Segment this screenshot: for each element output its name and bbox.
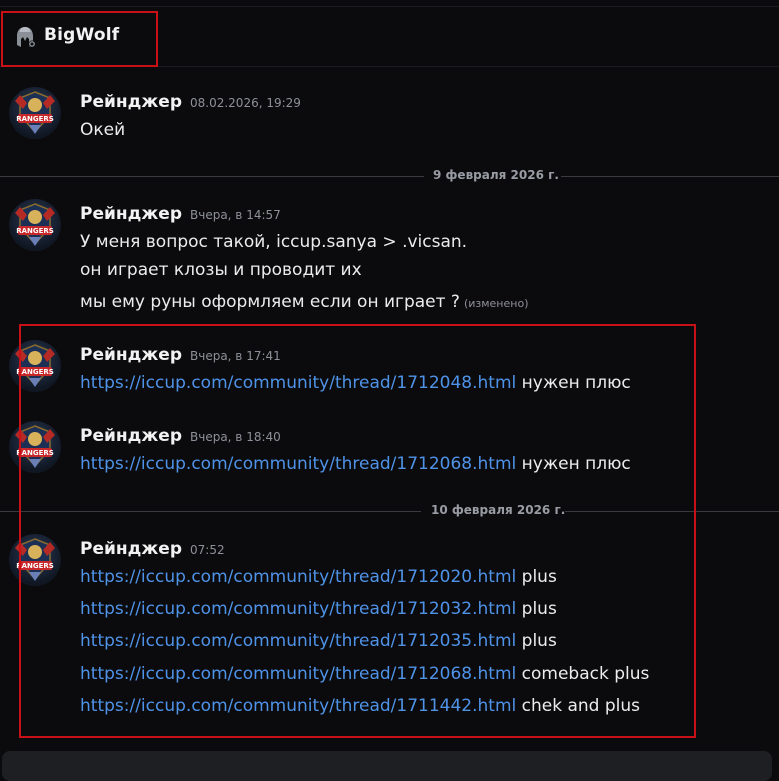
thread-link[interactable]: https://iccup.com/community/thread/17114… bbox=[80, 696, 516, 716]
message-text: plus bbox=[521, 599, 557, 619]
thread-link[interactable]: https://iccup.com/community/thread/17120… bbox=[80, 631, 516, 651]
message-line: https://iccup.com/community/thread/17120… bbox=[80, 664, 649, 684]
rangers-logo-icon: RANGERS bbox=[15, 425, 55, 468]
message-text: нужен плюс bbox=[521, 454, 631, 474]
author-header: Рейнджер 08.02.2026, 19:29 bbox=[80, 92, 301, 112]
rangers-logo-icon: RANGERS bbox=[15, 91, 55, 134]
message-text: comeback plus bbox=[521, 664, 650, 684]
timestamp: Вчера, в 17:41 bbox=[190, 349, 281, 363]
message-text: Окей bbox=[80, 120, 126, 140]
author-name[interactable]: Рейнджер bbox=[80, 426, 182, 446]
helmet-icon bbox=[17, 27, 36, 48]
message-composer[interactable] bbox=[2, 751, 772, 781]
timestamp: Вчера, в 14:57 bbox=[190, 208, 281, 222]
svg-text:RANGERS: RANGERS bbox=[16, 115, 54, 123]
thread-link[interactable]: https://iccup.com/community/thread/17120… bbox=[80, 373, 516, 393]
timestamp: Вчера, в 18:40 bbox=[190, 430, 281, 444]
message-text: plus bbox=[521, 631, 557, 651]
date-divider: 10 февраля 2026 г. bbox=[0, 503, 779, 519]
date-divider-label: 9 февраля 2026 г. bbox=[433, 168, 559, 182]
message-line: https://iccup.com/community/thread/17120… bbox=[80, 631, 557, 651]
dm-header: BigWolf bbox=[0, 11, 779, 67]
message-text: plus bbox=[521, 567, 557, 587]
thread-link[interactable]: https://iccup.com/community/thread/17120… bbox=[80, 454, 516, 474]
thread-link[interactable]: https://iccup.com/community/thread/17120… bbox=[80, 599, 516, 619]
date-divider: 9 февраля 2026 г. bbox=[0, 168, 779, 184]
avatar[interactable]: RANGERS bbox=[9, 199, 61, 251]
message-text: У меня вопрос такой, iccup.sanya > .vics… bbox=[80, 232, 468, 252]
rangers-logo-icon: RANGERS bbox=[15, 344, 55, 387]
message-line: https://iccup.com/community/thread/17120… bbox=[80, 373, 631, 393]
message-line: https://iccup.com/community/thread/17120… bbox=[80, 567, 557, 587]
message-line: https://iccup.com/community/thread/17114… bbox=[80, 696, 640, 716]
author-header: Рейнджер Вчера, в 17:41 bbox=[80, 345, 281, 365]
message-line: https://iccup.com/community/thread/17120… bbox=[80, 599, 557, 619]
message-text: нужен плюс bbox=[521, 373, 631, 393]
svg-text:RANGERS: RANGERS bbox=[16, 368, 54, 376]
avatar[interactable]: RANGERS bbox=[9, 534, 61, 586]
timestamp: 07:52 bbox=[190, 543, 225, 557]
author-name[interactable]: Рейнджер bbox=[80, 92, 182, 112]
message-text: chek and plus bbox=[521, 696, 641, 716]
author-header: Рейнджер Вчера, в 18:40 bbox=[80, 426, 281, 446]
svg-text:RANGERS: RANGERS bbox=[16, 562, 54, 570]
rangers-logo-icon: RANGERS bbox=[15, 538, 55, 581]
rangers-logo-icon: RANGERS bbox=[15, 203, 55, 246]
avatar[interactable]: RANGERS bbox=[9, 421, 61, 473]
thread-link[interactable]: https://iccup.com/community/thread/17120… bbox=[80, 664, 516, 684]
author-name[interactable]: Рейнджер bbox=[80, 204, 182, 224]
date-divider-label: 10 февраля 2026 г. bbox=[431, 503, 566, 517]
author-header: Рейнджер Вчера, в 14:57 bbox=[80, 204, 281, 224]
svg-text:RANGERS: RANGERS bbox=[16, 227, 54, 235]
message-text: он играет клозы и проводит их bbox=[80, 260, 362, 280]
author-name[interactable]: Рейнджер bbox=[80, 539, 182, 559]
message-line: https://iccup.com/community/thread/17120… bbox=[80, 454, 631, 474]
message-text: мы ему руны оформляем если он играет ? bbox=[80, 292, 460, 312]
author-name[interactable]: Рейнджер bbox=[80, 345, 182, 365]
edited-label: (изменено) bbox=[463, 297, 529, 310]
timestamp: 08.02.2026, 19:29 bbox=[190, 96, 301, 110]
thread-link[interactable]: https://iccup.com/community/thread/17120… bbox=[80, 567, 516, 587]
avatar[interactable]: RANGERS bbox=[9, 87, 61, 139]
author-header: Рейнджер 07:52 bbox=[80, 539, 225, 559]
top-border bbox=[0, 6, 779, 7]
dm-title[interactable]: BigWolf bbox=[44, 25, 119, 45]
message-line: мы ему руны оформляем если он играет ? (и… bbox=[80, 292, 528, 312]
svg-text:RANGERS: RANGERS bbox=[16, 449, 54, 457]
avatar[interactable]: RANGERS bbox=[9, 340, 61, 392]
